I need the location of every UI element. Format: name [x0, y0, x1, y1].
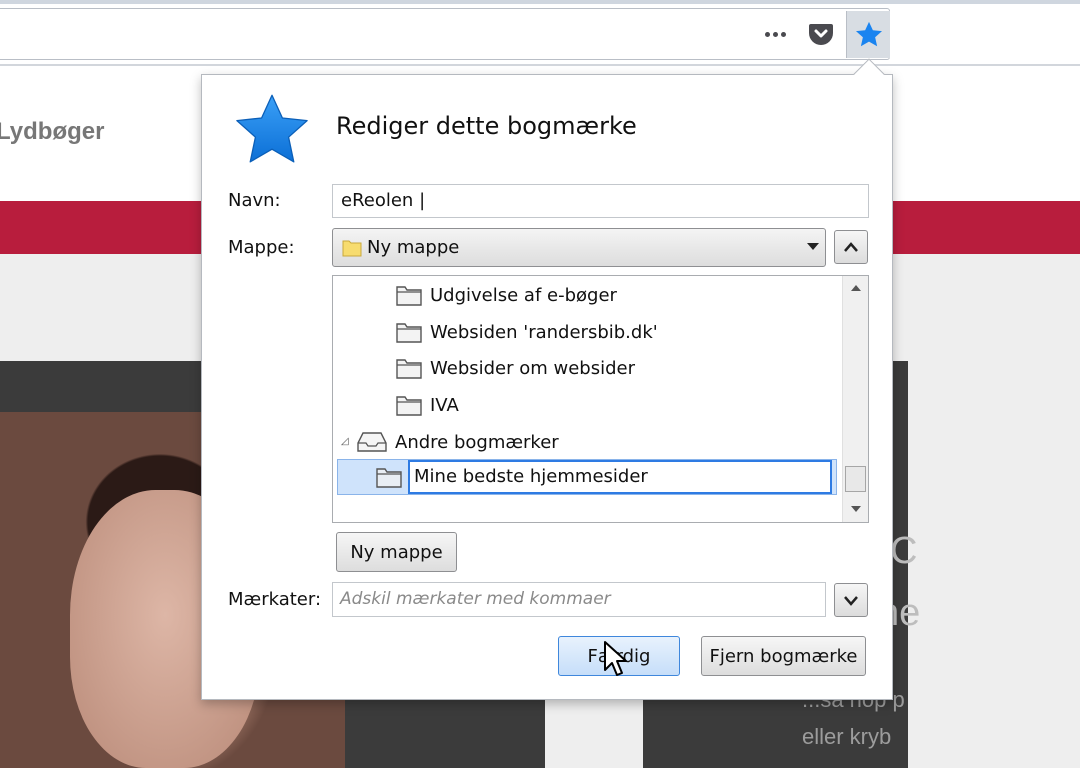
folder-icon: [396, 323, 422, 343]
card-text-line-2: eller kryb: [802, 724, 892, 749]
card-heading-fragment-1: C: [890, 530, 918, 572]
tree-item[interactable]: Websiden 'randersbib.dk': [396, 316, 658, 348]
tree-item-label: Udgivelse af e-bøger: [430, 284, 617, 306]
tree-scrollbar[interactable]: [842, 276, 868, 522]
folder-icon: [396, 396, 422, 416]
star-icon: [236, 94, 308, 163]
chevron-down-icon: [807, 243, 819, 250]
inbox-tray-icon: [357, 432, 387, 452]
scroll-down-icon[interactable]: [851, 506, 861, 512]
remove-bookmark-button[interactable]: Fjern bogmærke: [701, 636, 866, 676]
address-bar[interactable]: [0, 8, 890, 60]
nav-link-lydboger[interactable]: Lydbøger: [0, 118, 104, 146]
tree-item[interactable]: Udgivelse af e-bøger: [396, 279, 617, 311]
folder-icon: [396, 286, 422, 306]
scroll-up-icon[interactable]: [851, 285, 861, 291]
bookmark-star-button[interactable]: [846, 11, 890, 58]
tree-item-label: Websiden 'randersbib.dk': [430, 321, 658, 343]
ellipsis-icon[interactable]: [758, 18, 792, 50]
scrollbar-thumb[interactable]: [845, 466, 866, 492]
tree-item-andre-bogmaerker[interactable]: ◿ Andre bogmærker: [341, 426, 559, 458]
tree-item[interactable]: Websider om websider: [396, 352, 635, 384]
toolbar-divider: [0, 64, 1080, 66]
folder-icon: [376, 468, 402, 488]
tree-item[interactable]: IVA: [396, 389, 459, 421]
tree-item-label: IVA: [430, 394, 459, 416]
chevron-up-icon: [844, 242, 858, 252]
name-label: Navn:: [228, 190, 281, 211]
name-input[interactable]: eReolen |: [332, 184, 869, 218]
window-top-edge: [0, 0, 1080, 4]
folder-icon: [396, 359, 422, 379]
new-folder-button[interactable]: Ny mappe: [336, 532, 457, 572]
collapse-folder-tree-button[interactable]: [834, 230, 868, 264]
tags-label: Mærkater:: [228, 589, 322, 610]
tags-input[interactable]: Adskil mærkater med kommaer: [332, 582, 826, 617]
folder-rename-input[interactable]: Mine bedste hjemmesider: [408, 460, 832, 494]
folder-tree[interactable]: Udgivelse af e-bøger Websiden 'randersbi…: [332, 275, 869, 523]
mouse-cursor-icon: [604, 641, 627, 676]
folder-label: Mappe:: [228, 237, 295, 258]
chevron-down-icon: [844, 596, 858, 606]
tree-item-label: Andre bogmærker: [395, 431, 559, 453]
folder-select-value: Ny mappe: [367, 237, 460, 258]
star-icon: [855, 21, 882, 46]
panel-title: Rediger dette bogmærke: [336, 112, 637, 140]
folder-icon: [342, 240, 362, 257]
tree-item-label: Websider om websider: [430, 357, 636, 379]
folder-select[interactable]: Ny mappe: [332, 228, 826, 267]
expand-twisty-icon[interactable]: ◿: [341, 437, 351, 447]
tags-dropdown-button[interactable]: [834, 583, 868, 617]
pocket-icon[interactable]: [806, 18, 836, 50]
